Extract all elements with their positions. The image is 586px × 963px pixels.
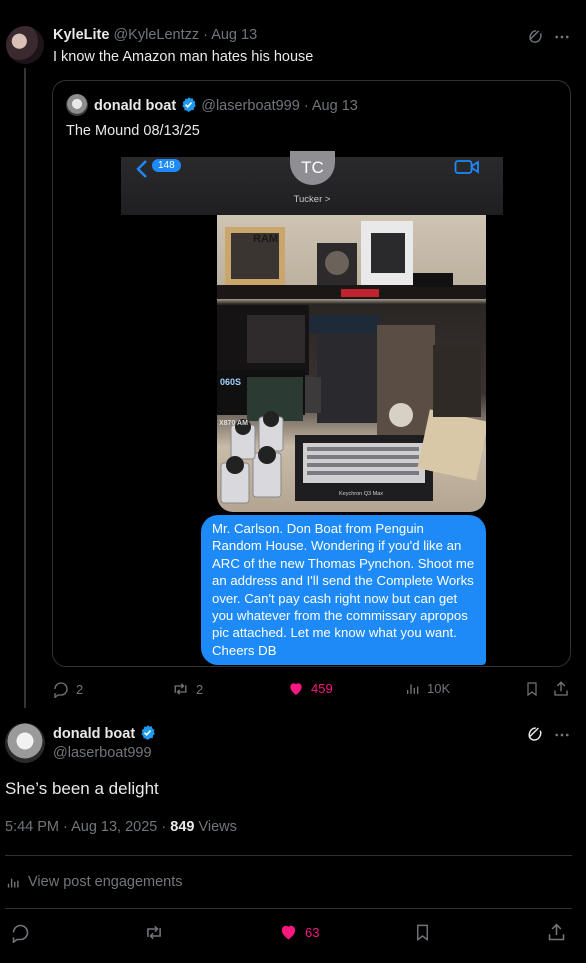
like-icon xyxy=(287,680,305,697)
bookmark-button[interactable] xyxy=(524,680,540,698)
verified-icon xyxy=(139,724,156,741)
quoted-text: The Mound 08/13/25 xyxy=(66,123,200,139)
divider-bottom xyxy=(5,908,572,909)
main-reply-button[interactable] xyxy=(10,922,31,943)
main-share-button[interactable] xyxy=(546,922,567,943)
quoted-media[interactable]: 148 TC Tucker > RAM 060S X870 AM Keychro… xyxy=(121,151,503,666)
repost-count: 2 xyxy=(196,681,204,697)
kylelite-avatar[interactable] xyxy=(6,26,44,64)
contact-initials: TC xyxy=(301,158,324,177)
view-engagements-label: View post engagements xyxy=(28,874,183,890)
contact-name: Tucker > xyxy=(293,194,331,205)
like-icon xyxy=(278,922,299,942)
contact-avatar: TC xyxy=(290,151,335,185)
repost-button[interactable]: 2 xyxy=(171,680,203,698)
main-bookmark-button[interactable] xyxy=(413,922,432,943)
reply-icon xyxy=(52,680,70,698)
main-tweet-text: She’s been a delight xyxy=(5,779,159,798)
views-count: 10K xyxy=(427,681,451,696)
unread-count-badge: 148 xyxy=(152,159,181,172)
views-icon xyxy=(405,680,421,697)
divider-top xyxy=(5,855,572,856)
reply-count: 2 xyxy=(76,681,84,697)
imessage-header: 148 TC Tucker > xyxy=(121,151,503,215)
quoted-handle[interactable]: @laserboat999 xyxy=(201,98,300,114)
main-view-count: 849 xyxy=(170,819,195,835)
motherboard-box-label: X870 AM xyxy=(219,420,248,427)
imessage-bubble: Mr. Carlson. Don Boat from Penguin Rando… xyxy=(201,515,486,665)
reply-tweet[interactable]: KyleLite @KyleLentzz · Aug 13 I know the… xyxy=(0,0,586,710)
keyboard-box-label: Keychron Q3 Max xyxy=(339,491,384,497)
more-icon[interactable] xyxy=(553,28,571,46)
reply-button[interactable]: 2 xyxy=(52,680,83,698)
quoted-display-name[interactable]: donald boat xyxy=(94,98,176,114)
grok-icon[interactable] xyxy=(527,28,544,45)
analytics-icon xyxy=(6,875,21,890)
main-avatar[interactable] xyxy=(5,723,45,763)
main-handle[interactable]: @laserboat999 xyxy=(53,745,152,761)
gpu-box-label: 060S xyxy=(220,377,242,387)
views-button[interactable]: 10K xyxy=(405,680,450,697)
main-timestamp[interactable]: 5:44 PM · Aug 13, 2025 · xyxy=(5,819,166,835)
facetime-icon xyxy=(454,158,480,176)
share-button[interactable] xyxy=(552,680,570,698)
view-engagements-link[interactable]: View post engagements xyxy=(6,874,183,890)
main-display-name[interactable]: donald boat xyxy=(53,726,135,742)
quoted-date[interactable]: · Aug 13 xyxy=(304,98,358,114)
quoted-tweet-card[interactable]: donald boat @laserboat999 · Aug 13 The M… xyxy=(52,80,571,667)
repost-icon xyxy=(171,680,190,698)
like-count: 459 xyxy=(311,681,333,696)
shelf-photo: RAM 060S X870 AM Keychron Q3 Max xyxy=(217,215,486,512)
poster-ram-label: RAM xyxy=(253,233,279,245)
grok-icon[interactable] xyxy=(526,725,544,743)
back-chevron-icon xyxy=(135,159,149,179)
reply-display-name[interactable]: KyleLite xyxy=(53,27,109,43)
reply-date[interactable]: · Aug 13 xyxy=(203,27,257,43)
reply-text: I know the Amazon man hates his house xyxy=(53,49,314,65)
reply-handle[interactable]: @KyleLentzz xyxy=(113,27,199,43)
main-like-count: 63 xyxy=(305,924,320,940)
main-like-button[interactable]: 63 xyxy=(278,922,319,942)
verified-icon xyxy=(180,96,197,113)
thread-line xyxy=(24,68,26,708)
main-repost-button[interactable] xyxy=(143,922,165,943)
main-views-label: Views xyxy=(198,819,237,835)
quoted-avatar xyxy=(66,94,88,116)
more-icon[interactable] xyxy=(553,726,571,744)
like-button[interactable]: 459 xyxy=(287,680,333,697)
main-tweet: donald boat @laserboat999 She’s been a d… xyxy=(0,712,586,963)
